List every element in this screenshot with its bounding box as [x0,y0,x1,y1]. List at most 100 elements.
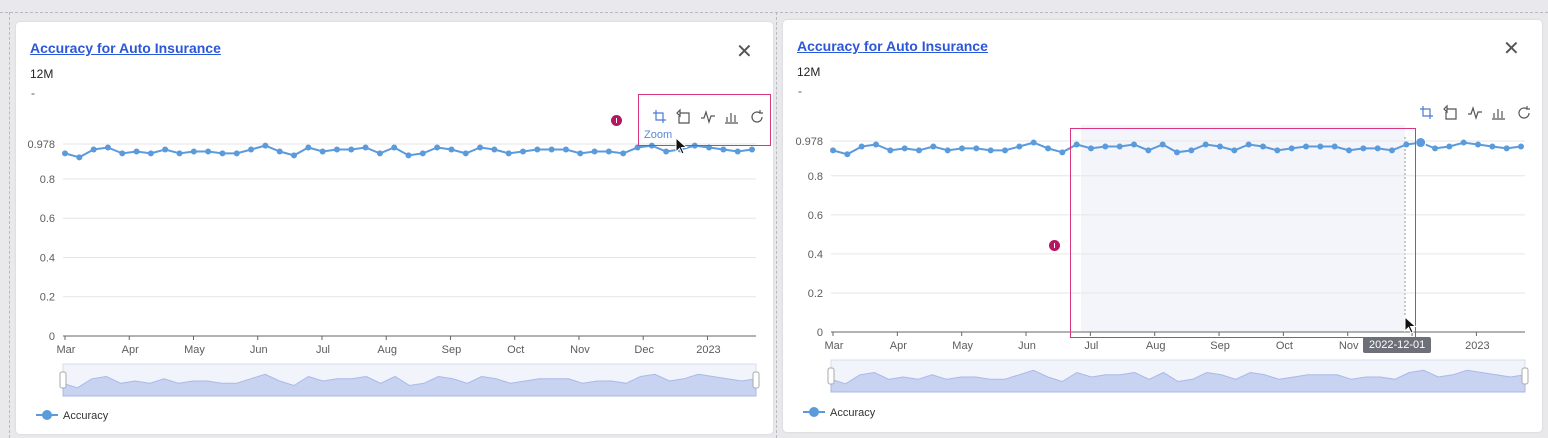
data-point[interactable] [248,146,255,153]
data-point[interactable] [1475,141,1481,148]
data-point[interactable] [276,148,283,155]
data-point[interactable] [1030,139,1037,146]
data-point[interactable] [76,154,83,161]
data-point[interactable] [577,150,584,157]
data-point[interactable] [305,144,312,151]
data-point[interactable] [291,152,297,159]
dashboard-grid-guide-top [0,12,1548,13]
data-point[interactable] [534,146,541,153]
x-tick-label: Apr [890,340,907,352]
datazoom-handle-right[interactable] [1521,367,1529,385]
datazoom-handle-left[interactable] [59,371,67,389]
data-point[interactable] [391,144,398,151]
data-point[interactable] [1432,145,1438,152]
info-icon[interactable] [611,115,622,126]
datazoom-handle-left[interactable] [827,367,835,385]
data-point[interactable] [219,150,226,157]
data-point[interactable] [548,146,555,153]
zoom-icon[interactable] [1420,106,1433,119]
data-point[interactable] [348,146,355,153]
data-point[interactable] [1045,145,1051,152]
data-point[interactable] [1503,145,1510,152]
data-point[interactable] [562,146,569,153]
zoom-icon-shape [1420,106,1433,119]
data-point[interactable] [1415,137,1427,149]
data-point[interactable] [233,150,240,157]
data-point[interactable] [505,150,512,157]
datazoom-handle-right[interactable] [752,371,760,389]
data-point[interactable] [844,151,851,158]
x-tick-label: Jun [1018,340,1036,352]
data-point[interactable] [734,148,741,155]
data-point[interactable] [362,144,369,151]
data-point[interactable] [873,141,879,148]
data-point[interactable] [319,148,326,155]
legend-marker[interactable] [42,410,52,420]
data-point[interactable] [1016,143,1023,150]
data-point[interactable] [858,143,865,150]
data-point[interactable] [176,150,183,157]
line-chart-icon[interactable] [1468,106,1482,120]
data-point[interactable] [405,152,412,159]
x-tick-label: May [952,340,973,352]
data-point[interactable] [133,148,140,155]
x-tick-label: Jul [1084,340,1098,352]
data-point[interactable] [376,150,383,157]
data-point[interactable] [119,150,126,157]
data-point[interactable] [262,142,269,149]
data-point[interactable] [605,148,612,155]
legend-marker[interactable] [809,407,819,417]
data-point[interactable] [462,150,469,157]
restore-icon[interactable] [1518,106,1530,119]
data-point[interactable] [162,146,169,153]
mouse-cursor-icon [1404,316,1417,334]
data-point[interactable] [830,147,836,154]
info-icon[interactable] [1049,240,1060,251]
dashboard-grid-guide-middle [776,12,777,438]
data-point[interactable] [973,145,980,152]
data-point[interactable] [987,147,994,154]
y-tick-label: 0 [49,331,55,343]
data-point[interactable] [147,150,154,157]
data-point[interactable] [90,146,97,153]
legend-label[interactable]: Accuracy [63,410,109,422]
data-point[interactable] [333,146,340,153]
data-point[interactable] [1446,143,1453,150]
data-point[interactable] [477,144,484,151]
y-tick-label: 0.4 [40,252,55,264]
data-point[interactable] [1059,149,1066,156]
data-point[interactable] [916,147,922,154]
zoom-reset-icon[interactable] [1443,104,1457,120]
data-point[interactable] [887,147,894,154]
y-tick-label: 0.2 [40,292,55,304]
x-tick-label: Oct [1276,340,1293,352]
data-point[interactable] [749,146,755,153]
data-point[interactable] [1002,147,1008,154]
bar-chart-icon[interactable] [1492,109,1505,120]
data-point[interactable] [104,144,111,151]
data-point[interactable] [720,146,727,153]
data-point[interactable] [419,150,426,157]
data-point[interactable] [901,145,908,152]
data-point[interactable] [520,148,526,155]
data-point[interactable] [205,148,212,155]
data-point[interactable] [448,146,455,153]
data-point[interactable] [620,150,627,157]
legend-label[interactable]: Accuracy [830,407,876,419]
data-point[interactable] [1460,139,1467,146]
data-point[interactable] [591,148,598,155]
y-tick-label: 0.8 [808,171,823,183]
data-point[interactable] [944,147,951,154]
data-point[interactable] [491,146,498,153]
x-tick-label: Apr [122,344,139,356]
data-point[interactable] [62,150,68,157]
line-chart-icon-shape [1468,106,1482,120]
data-point[interactable] [930,143,937,150]
data-point[interactable] [190,148,197,155]
data-point[interactable] [1489,143,1496,150]
chart-card-left: Accuracy for Auto Insurance 12M - ✕ 0 0.2… [16,22,773,434]
data-point[interactable] [434,144,441,151]
data-point[interactable] [663,148,670,155]
data-point[interactable] [959,145,965,152]
data-point[interactable] [1518,143,1524,150]
